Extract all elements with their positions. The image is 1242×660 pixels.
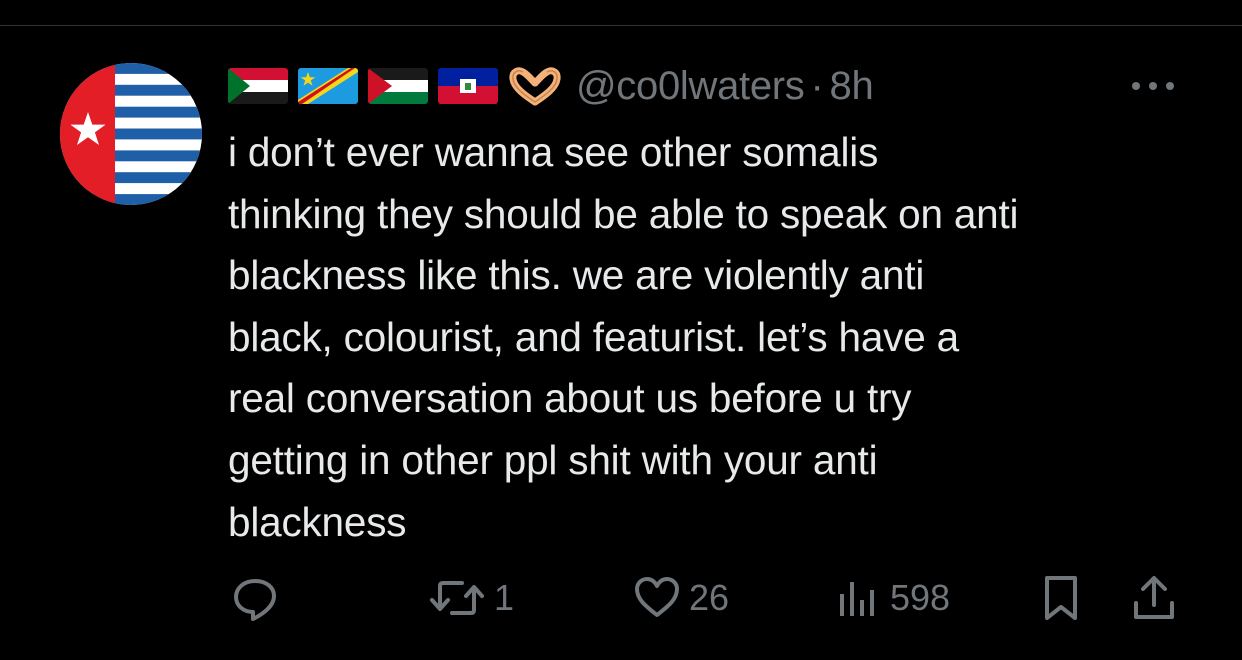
- retweet-icon: [430, 581, 484, 615]
- haiti-flag: [438, 68, 498, 104]
- views-button[interactable]: 598: [836, 572, 950, 624]
- views-icon: [840, 582, 874, 616]
- share-icon: [1134, 576, 1174, 619]
- views-count: 598: [890, 577, 951, 618]
- bookmark-button[interactable]: [1040, 572, 1082, 624]
- palestine-flag: [368, 68, 428, 104]
- tweet-header: @co0lwaters · 8h: [228, 62, 874, 110]
- like-count: 26: [689, 577, 730, 618]
- like-button[interactable]: 26: [633, 572, 729, 624]
- separator-dot: ·: [810, 63, 824, 108]
- more-horizontal-icon[interactable]: [1128, 76, 1178, 96]
- reply-button[interactable]: [230, 572, 288, 624]
- top-divider: [0, 25, 1242, 26]
- tweet-text: i don’t ever wanna see other somalis thi…: [228, 129, 1019, 545]
- share-button[interactable]: [1130, 572, 1178, 624]
- dr-congo-flag: [298, 68, 358, 104]
- heart-icon: [635, 577, 679, 617]
- sudan-flag: [228, 68, 288, 104]
- retweet-count: 1: [494, 577, 515, 618]
- heart-hands-emoji: [509, 67, 561, 106]
- west-papua-flag-avatar: [60, 63, 202, 205]
- timestamp[interactable]: 8h: [830, 64, 874, 109]
- user-handle[interactable]: @co0lwaters: [576, 64, 805, 109]
- avatar[interactable]: [60, 63, 202, 205]
- retweet-button[interactable]: 1: [428, 572, 514, 624]
- bookmark-icon: [1045, 576, 1077, 620]
- reply-icon: [234, 579, 276, 621]
